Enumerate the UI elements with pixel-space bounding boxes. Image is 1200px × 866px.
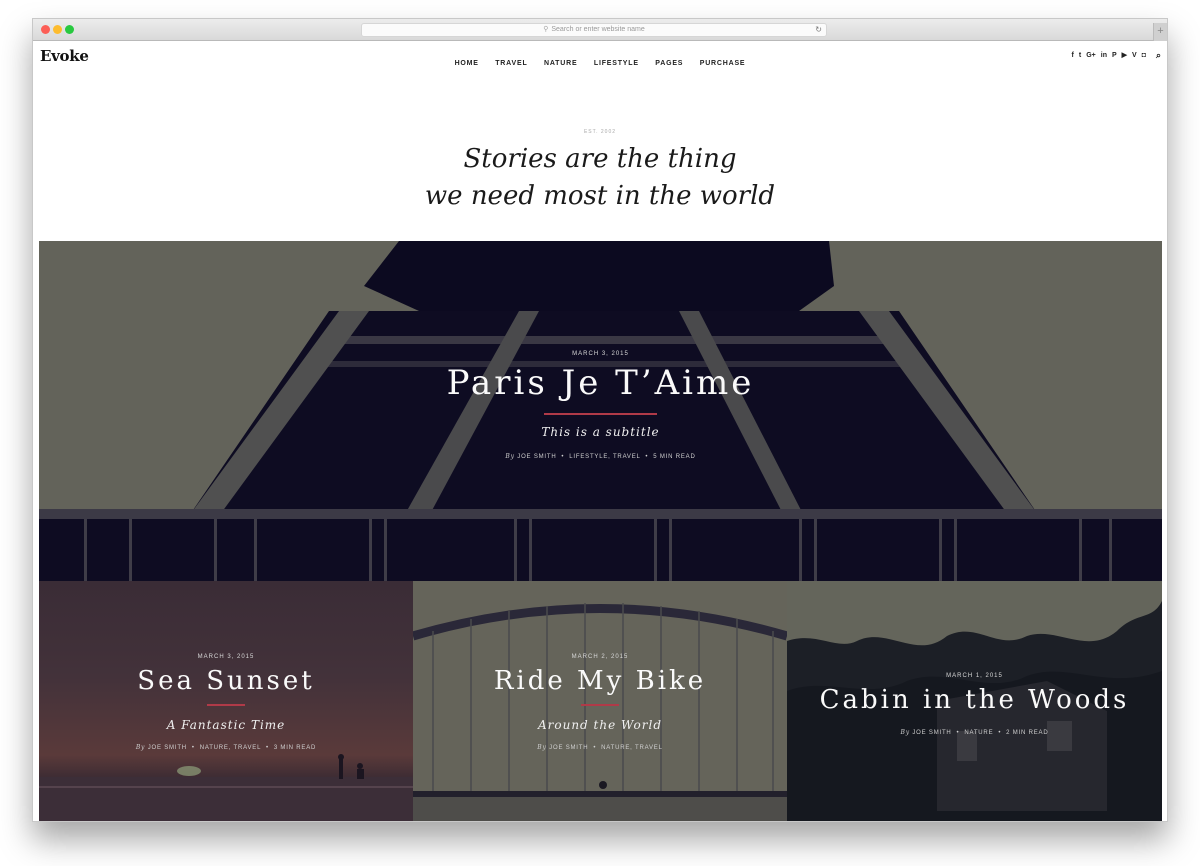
featured-read-time: 5 MIN READ	[653, 453, 696, 460]
reload-icon[interactable]: ↻	[815, 24, 822, 36]
featured-overlay: MARCH 3, 2015 Paris Je T’Aime This is a …	[39, 351, 1162, 460]
browser-titlebar: ⚲ Search or enter website name ↻ +	[33, 19, 1167, 41]
featured-post[interactable]: MARCH 3, 2015 Paris Je T’Aime This is a …	[39, 241, 1162, 581]
search-icon: ⚲	[543, 26, 549, 33]
featured-divider	[544, 413, 657, 415]
nav-lifestyle[interactable]: LIFESTYLE	[594, 60, 639, 67]
nav-home[interactable]: HOME	[455, 60, 479, 67]
search-icon[interactable]: ⌕	[1156, 51, 1161, 60]
post-meta: By JOE SMITH • NATURE, TRAVEL	[413, 744, 787, 751]
post-author[interactable]: JOE SMITH	[912, 730, 951, 736]
post-date: MARCH 2, 2015	[571, 654, 629, 660]
post-by: By	[135, 743, 146, 751]
post-by: By	[537, 743, 547, 751]
web-page: Evoke HOME TRAVEL NATURE LIFESTYLE PAGES…	[33, 41, 1167, 821]
featured-by: By	[505, 452, 515, 460]
linkedin-icon[interactable]: in	[1101, 51, 1107, 60]
post-title[interactable]: Cabin in the Woods	[787, 685, 1162, 715]
address-placeholder: Search or enter website name	[551, 26, 645, 33]
twitter-icon[interactable]: t	[1079, 51, 1081, 60]
post-divider	[207, 704, 245, 706]
close-window-button[interactable]	[41, 25, 50, 34]
post-overlay: MARCH 1, 2015 Cabin in the Woods By JOE …	[787, 673, 1162, 736]
instagram-icon[interactable]: ◘	[1142, 51, 1146, 60]
post-date: MARCH 3, 2015	[197, 654, 255, 660]
featured-subtitle: This is a subtitle	[541, 424, 660, 439]
post-categories[interactable]: NATURE, TRAVEL	[601, 745, 663, 751]
post-by: By	[900, 729, 910, 736]
post-title[interactable]: Sea Sunset	[39, 666, 413, 696]
post-title[interactable]: Ride My Bike	[413, 666, 787, 696]
vimeo-icon[interactable]: V	[1132, 51, 1137, 60]
pinterest-icon[interactable]: P	[1112, 51, 1117, 60]
social-links: f t G+ in P ▶ V ◘ ⌕	[1072, 51, 1161, 60]
post-subtitle: Around the World	[537, 717, 663, 732]
site-tagline: Stories are the thing we need most in th…	[33, 141, 1167, 215]
post-card-ride-my-bike[interactable]: MARCH 2, 2015 Ride My Bike Around the Wo…	[413, 581, 787, 821]
nav-purchase[interactable]: PURCHASE	[700, 60, 746, 67]
featured-date: MARCH 3, 2015	[572, 351, 629, 357]
address-bar[interactable]: ⚲ Search or enter website name ↻	[361, 23, 827, 37]
post-categories[interactable]: NATURE	[964, 730, 993, 736]
browser-window: ⚲ Search or enter website name ↻ + Evoke …	[32, 18, 1168, 822]
main-nav: HOME TRAVEL NATURE LIFESTYLE PAGES PURCH…	[33, 52, 1167, 70]
nav-pages[interactable]: PAGES	[655, 60, 683, 67]
post-overlay: MARCH 2, 2015 Ride My Bike Around the Wo…	[413, 654, 787, 751]
youtube-icon[interactable]: ▶	[1122, 51, 1127, 60]
new-tab-button[interactable]: +	[1153, 23, 1167, 41]
post-read-time: 3 MIN READ	[273, 744, 317, 751]
nav-nature[interactable]: NATURE	[544, 60, 577, 67]
featured-author[interactable]: JOE SMITH	[517, 454, 556, 460]
post-categories[interactable]: NATURE, TRAVEL	[200, 745, 261, 751]
est-label: EST. 2002	[583, 129, 617, 135]
post-date: MARCH 1, 2015	[946, 673, 1003, 679]
meta-separator: •	[561, 453, 565, 460]
tagline-line-1: Stories are the thing	[463, 144, 737, 174]
meta-separator: •	[645, 453, 649, 460]
meta-separator: •	[956, 730, 960, 736]
meta-separator: •	[593, 744, 597, 751]
tagline-line-2: we need most in the world	[424, 181, 776, 211]
post-meta: By JOE SMITH • NATURE • 2 MIN READ	[787, 729, 1162, 736]
post-overlay: MARCH 3, 2015 Sea Sunset A Fantastic Tim…	[39, 654, 413, 751]
meta-separator: •	[265, 744, 269, 751]
post-card-sea-sunset[interactable]: MARCH 3, 2015 Sea Sunset A Fantastic Tim…	[39, 581, 413, 821]
post-read-time: 2 MIN READ	[1006, 730, 1049, 736]
post-author[interactable]: JOE SMITH	[148, 745, 187, 751]
post-card-cabin-in-the-woods[interactable]: MARCH 1, 2015 Cabin in the Woods By JOE …	[787, 581, 1162, 821]
featured-meta: By JOE SMITH • LIFESTYLE, TRAVEL • 5 MIN…	[39, 453, 1162, 460]
nav-travel[interactable]: TRAVEL	[495, 60, 527, 67]
meta-separator: •	[191, 744, 195, 751]
google-plus-icon[interactable]: G+	[1086, 51, 1096, 60]
post-subtitle: A Fantastic Time	[166, 717, 286, 732]
featured-categories[interactable]: LIFESTYLE, TRAVEL	[569, 454, 640, 460]
maximize-window-button[interactable]	[65, 25, 74, 34]
featured-title[interactable]: Paris Je T’Aime	[39, 363, 1162, 403]
meta-separator: •	[998, 730, 1002, 736]
minimize-window-button[interactable]	[53, 25, 62, 34]
facebook-icon[interactable]: f	[1072, 51, 1074, 60]
post-author[interactable]: JOE SMITH	[549, 745, 588, 751]
post-meta: By JOE SMITH • NATURE, TRAVEL • 3 MIN RE…	[39, 744, 413, 751]
post-divider	[581, 704, 619, 706]
